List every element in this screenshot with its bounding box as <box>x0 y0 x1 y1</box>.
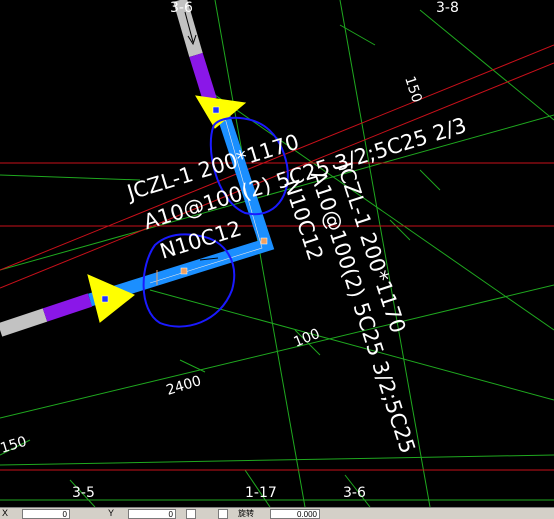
status-bar: X 0 Y 0 旋转 0.000 <box>0 507 554 519</box>
axis-label-bottom-1-17: 1-17 <box>245 485 277 501</box>
rotate-label: 旋转 <box>238 509 254 518</box>
axis-label-top-3-6: 3-6 <box>170 0 193 16</box>
canvas-background <box>0 0 554 507</box>
y-coordinate-label: Y <box>108 508 115 518</box>
axis-label-top-3-8: 3-8 <box>436 0 459 16</box>
x-coordinate-label: X <box>2 508 9 518</box>
cad-drawing-canvas[interactable]: JCZL-1 200*1170 A10@100(2) 5C25 3/2;5C25… <box>0 0 554 507</box>
axis-label-bottom-3-6: 3-6 <box>343 485 366 501</box>
axis-label-bottom-3-5: 3-5 <box>72 485 95 501</box>
